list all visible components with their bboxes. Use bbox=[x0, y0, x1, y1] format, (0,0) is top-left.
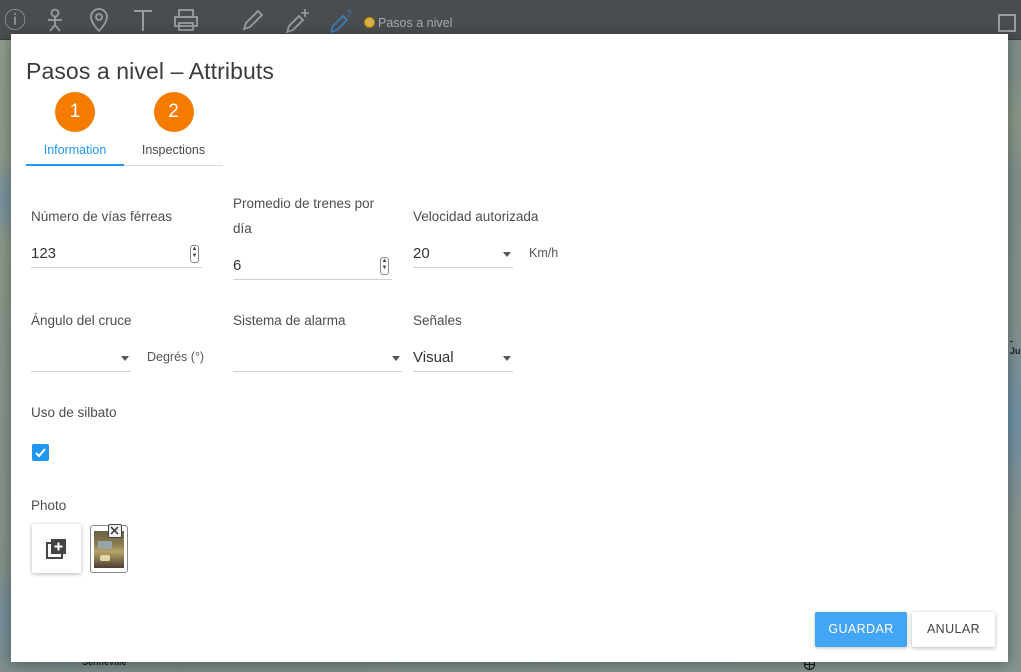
promedio-trenes-input[interactable]: 6 ▲ ▼ bbox=[233, 252, 392, 280]
attributes-dialog: Pasos a nivel – Attributs 1 Information … bbox=[11, 34, 1008, 662]
promedio-trenes-label-line2: día bbox=[233, 221, 252, 236]
map-label-right: -Ju bbox=[1010, 336, 1021, 356]
pencil-question-icon[interactable]: ? bbox=[328, 8, 354, 34]
dropdown-caret-icon bbox=[121, 356, 129, 361]
photo-thumbnail[interactable] bbox=[90, 524, 128, 573]
senales-select[interactable]: Visual bbox=[413, 344, 513, 372]
person-icon[interactable] bbox=[42, 8, 68, 34]
alarma-select[interactable] bbox=[233, 344, 402, 372]
promedio-trenes-value: 6 bbox=[233, 257, 242, 274]
svg-text:?: ? bbox=[346, 9, 352, 20]
angulo-label: Ángulo del cruce bbox=[31, 313, 132, 328]
save-button[interactable]: GUARDAR bbox=[815, 612, 907, 647]
text-icon[interactable] bbox=[130, 8, 156, 34]
promedio-trenes-label-line1: Promedio de trenes por bbox=[233, 196, 375, 211]
toolbar-layer-title: Pasos a nivel bbox=[378, 16, 453, 30]
add-photo-icon bbox=[46, 539, 66, 559]
checkmark-icon bbox=[35, 448, 46, 458]
remove-photo-icon[interactable] bbox=[108, 524, 122, 538]
number-stepper-icon[interactable]: ▲ ▼ bbox=[190, 245, 199, 263]
location-pin-icon[interactable] bbox=[86, 8, 112, 34]
dialog-title: Pasos a nivel – Attributs bbox=[26, 58, 274, 84]
numero-vias-label: Número de vías férreas bbox=[31, 209, 173, 224]
velocidad-value: 20 bbox=[413, 245, 430, 262]
pencil-icon[interactable] bbox=[240, 8, 266, 34]
tab-inspections[interactable]: 2 Inspections bbox=[124, 92, 223, 166]
tab-inspections-label: Inspections bbox=[141, 143, 206, 157]
cancel-button[interactable]: ANULAR bbox=[912, 612, 995, 647]
print-icon[interactable] bbox=[173, 8, 199, 34]
numero-vias-input[interactable]: 123 ▲ ▼ bbox=[31, 240, 202, 268]
photo-label: Photo bbox=[31, 498, 67, 513]
dropdown-caret-icon bbox=[503, 252, 511, 257]
silbato-label: Uso de silbato bbox=[31, 405, 117, 420]
dropdown-caret-icon bbox=[503, 356, 511, 361]
numero-vias-value: 123 bbox=[31, 245, 57, 262]
dropdown-caret-icon bbox=[392, 356, 400, 361]
step-number-1: 1 bbox=[55, 92, 95, 132]
senales-label: Señales bbox=[413, 313, 462, 328]
crosshair-icon bbox=[364, 17, 375, 28]
window-icon[interactable] bbox=[998, 14, 1016, 32]
info-icon[interactable]: ⓘ bbox=[2, 8, 28, 34]
velocidad-unit: Km/h bbox=[529, 246, 559, 260]
number-stepper-icon[interactable]: ▲ ▼ bbox=[380, 257, 389, 275]
tab-information[interactable]: 1 Information bbox=[26, 92, 124, 166]
angulo-unit: Degrés (°) bbox=[147, 350, 205, 364]
pencil-plus-icon[interactable] bbox=[284, 8, 310, 34]
step-number-2: 2 bbox=[153, 92, 194, 132]
add-photo-button[interactable] bbox=[32, 524, 81, 573]
velocidad-select[interactable]: 20 bbox=[413, 240, 513, 268]
active-tab-indicator bbox=[26, 164, 124, 166]
silbato-checkbox[interactable] bbox=[32, 444, 49, 461]
angulo-select[interactable] bbox=[31, 344, 131, 372]
tab-information-label: Information bbox=[43, 143, 107, 157]
promedio-trenes-label: Promedio de trenes por día bbox=[233, 191, 374, 241]
velocidad-label: Velocidad autorizada bbox=[413, 209, 539, 224]
alarma-label: Sistema de alarma bbox=[233, 313, 346, 328]
senales-value: Visual bbox=[413, 349, 454, 366]
